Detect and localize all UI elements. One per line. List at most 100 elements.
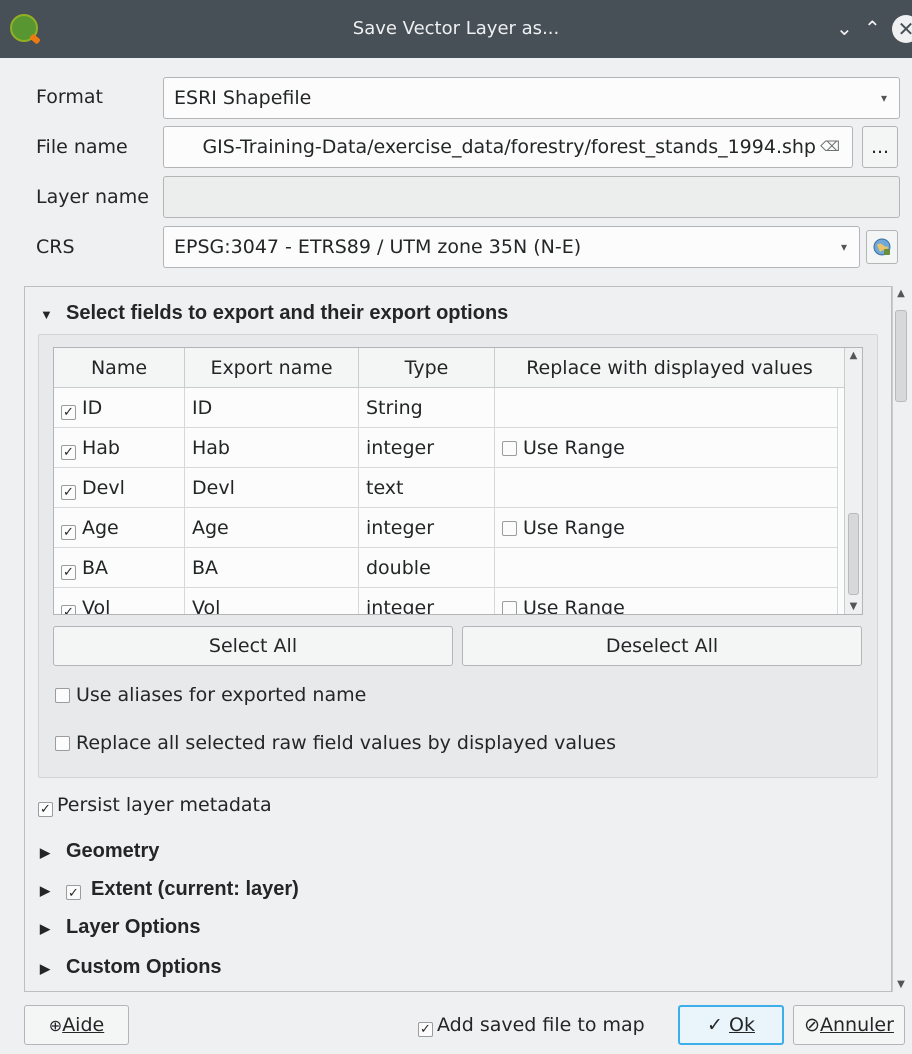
table-row[interactable]: ✓ Vol Vol integer Use Range	[54, 588, 838, 615]
field-name: Hab	[82, 437, 120, 459]
type-cell: String	[359, 388, 495, 428]
fields-section-title: Select fields to export and their export…	[66, 302, 509, 324]
column-header[interactable]: Export name	[185, 348, 359, 388]
replace-cell[interactable]: Use Range	[495, 588, 838, 615]
type-cell: double	[359, 548, 495, 588]
column-header[interactable]: Type	[359, 348, 495, 388]
format-label: Format	[36, 86, 103, 108]
format-value: ESRI Shapefile	[174, 87, 312, 109]
crs-label: CRS	[36, 236, 75, 258]
ok-button[interactable]: ✓ Ok	[678, 1005, 784, 1045]
extent-section-title: Extent (current: layer)	[91, 878, 299, 900]
field-name: ID	[82, 397, 103, 419]
crs-combo[interactable]: EPSG:3047 - ETRS89 / UTM zone 35N (N-E) …	[163, 226, 860, 268]
table-row[interactable]: ✓ Hab Hab integer Use Range	[54, 428, 838, 468]
field-checkbox[interactable]: ✓	[61, 525, 76, 540]
replace-all-label: Replace all selected raw field values by…	[76, 732, 616, 754]
maximize-button[interactable]: ⌃	[864, 16, 881, 40]
replace-cell[interactable]: Use Range	[495, 508, 838, 548]
field-name-cell[interactable]: ✓ Devl	[54, 468, 185, 508]
scroll-down-icon[interactable]: ▼	[893, 979, 909, 990]
add-to-map-checkbox[interactable]: ✓	[418, 1022, 433, 1037]
replace-cell[interactable]: Use Range	[495, 428, 838, 468]
use-range-checkbox[interactable]	[502, 521, 517, 536]
layer-options-section-header[interactable]: ▶ Layer Options	[40, 916, 200, 939]
field-name-cell[interactable]: ✓ BA	[54, 548, 185, 588]
use-range-checkbox[interactable]	[502, 441, 517, 456]
extent-section-header[interactable]: ▶ ✓ Extent (current: layer)	[40, 878, 299, 901]
field-name: BA	[82, 557, 109, 579]
cancel-label: Annuler	[820, 1014, 894, 1036]
export-name-cell[interactable]: Vol	[185, 588, 359, 614]
help-button[interactable]: ⊕Aide	[24, 1005, 129, 1045]
field-checkbox[interactable]: ✓	[61, 605, 76, 614]
select-all-button[interactable]: Select All	[53, 626, 453, 666]
table-scrollbar[interactable]: ▲ ▼	[844, 348, 862, 614]
scrollbar-thumb[interactable]	[895, 310, 907, 402]
table-row[interactable]: ✓ BA BA double	[54, 548, 838, 588]
window-title: Save Vector Layer as...	[352, 18, 560, 39]
filename-input[interactable]: GIS-Training-Data/exercise_data/forestry…	[163, 126, 853, 168]
clear-icon[interactable]: ⌫	[820, 127, 840, 167]
persist-metadata-option[interactable]: ✓ Persist layer metadata	[38, 794, 272, 817]
use-range-label: Use Range	[523, 597, 625, 615]
scroll-down-icon[interactable]: ▼	[845, 601, 862, 612]
filename-label: File name	[36, 136, 128, 158]
export-name-cell[interactable]: Devl	[185, 468, 359, 508]
persist-metadata-label: Persist layer metadata	[57, 794, 272, 816]
export-name-cell[interactable]: BA	[185, 548, 359, 588]
table-row[interactable]: ✓ Age Age integer Use Range	[54, 508, 838, 548]
field-name-cell[interactable]: ✓ ID	[54, 388, 185, 428]
add-to-map-option[interactable]: ✓ Add saved file to map	[418, 1014, 645, 1037]
use-aliases-label: Use aliases for exported name	[76, 684, 367, 706]
collapsed-triangle-icon: ▶	[40, 921, 50, 936]
use-range-label: Use Range	[523, 517, 625, 539]
use-aliases-checkbox[interactable]	[55, 688, 70, 703]
vertical-scrollbar[interactable]: ▲ ▼	[892, 286, 908, 992]
scroll-up-icon[interactable]: ▲	[845, 350, 862, 361]
field-checkbox[interactable]: ✓	[61, 405, 76, 420]
export-name-cell[interactable]: Age	[185, 508, 359, 548]
collapsed-triangle-icon: ▶	[40, 961, 50, 976]
cancel-button[interactable]: ⊘Annuler	[793, 1005, 905, 1045]
browse-button[interactable]: ...	[862, 126, 898, 168]
replace-all-option[interactable]: Replace all selected raw field values by…	[55, 732, 616, 754]
close-button[interactable]: ✕	[892, 15, 912, 43]
deselect-all-button[interactable]: Deselect All	[462, 626, 862, 666]
add-to-map-label: Add saved file to map	[437, 1014, 645, 1036]
layername-input[interactable]	[163, 176, 900, 218]
type-cell: integer	[359, 588, 495, 614]
use-range-checkbox[interactable]	[502, 601, 517, 614]
minimize-button[interactable]: ⌄	[836, 16, 853, 40]
persist-metadata-checkbox[interactable]: ✓	[38, 802, 53, 817]
geometry-section-title: Geometry	[66, 840, 160, 862]
table-row[interactable]: ✓ ID ID String	[54, 388, 838, 428]
column-header[interactable]: Replace with displayed values	[495, 348, 844, 388]
field-checkbox[interactable]: ✓	[61, 485, 76, 500]
scroll-up-icon[interactable]: ▲	[893, 288, 909, 299]
fields-section-header[interactable]: ▼ Select fields to export and their expor…	[40, 302, 508, 325]
custom-options-section-title: Custom Options	[66, 956, 222, 978]
field-checkbox[interactable]: ✓	[61, 565, 76, 580]
field-name-cell[interactable]: ✓ Age	[54, 508, 185, 548]
table-row[interactable]: ✓ Devl Devl text	[54, 468, 838, 508]
table-scrollbar-thumb[interactable]	[848, 513, 859, 595]
format-combo[interactable]: ESRI Shapefile ▾	[163, 77, 900, 119]
extent-checkbox[interactable]: ✓	[66, 885, 81, 900]
replace-all-checkbox[interactable]	[55, 736, 70, 751]
crs-selector-button[interactable]	[866, 230, 898, 264]
column-header[interactable]: Name	[54, 348, 185, 388]
table-header: Name Export name Type Replace with displ…	[54, 348, 844, 388]
custom-options-section-header[interactable]: ▶ Custom Options	[40, 956, 222, 979]
field-name-cell[interactable]: ✓ Vol	[54, 588, 185, 614]
title-bar: Save Vector Layer as... ⌄ ⌃ ✕	[0, 0, 912, 58]
geometry-section-header[interactable]: ▶ Geometry	[40, 840, 159, 863]
field-name-cell[interactable]: ✓ Hab	[54, 428, 185, 468]
type-cell: integer	[359, 508, 495, 548]
collapsed-triangle-icon: ▶	[40, 883, 50, 898]
export-name-cell[interactable]: Hab	[185, 428, 359, 468]
replace-cell	[495, 468, 838, 508]
export-name-cell[interactable]: ID	[185, 388, 359, 428]
use-aliases-option[interactable]: Use aliases for exported name	[55, 684, 366, 706]
field-checkbox[interactable]: ✓	[61, 445, 76, 460]
